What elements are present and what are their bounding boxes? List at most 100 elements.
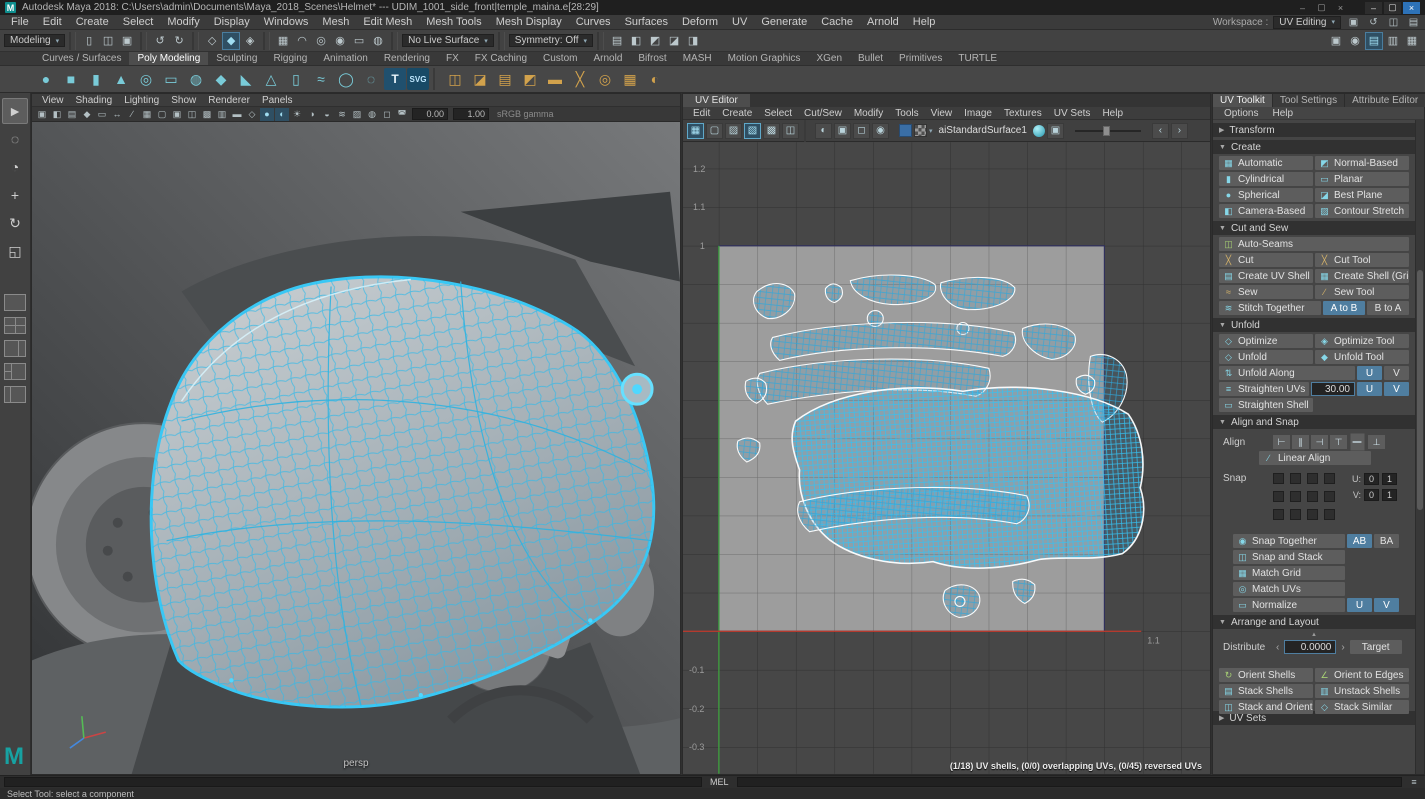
- snap-v-max-field[interactable]: 1: [1382, 489, 1397, 501]
- uv-tile-outline-icon[interactable]: ▢: [706, 123, 723, 139]
- section-unfold[interactable]: ▼ Unfold: [1213, 318, 1415, 332]
- channel-box-icon[interactable]: ▦: [1403, 32, 1421, 50]
- straighten-v-button[interactable]: V: [1384, 382, 1409, 396]
- select-camera-icon[interactable]: ▣: [35, 108, 49, 121]
- uv-menu-view[interactable]: View: [925, 108, 959, 119]
- menu-curves[interactable]: Curves: [569, 16, 618, 28]
- exposure-field[interactable]: 0.00: [412, 108, 448, 120]
- uv-menu-textures[interactable]: Textures: [998, 108, 1048, 119]
- safe-title-icon[interactable]: ▬: [230, 108, 244, 121]
- render-settings-icon[interactable]: ◨: [684, 32, 702, 50]
- gate-mask-icon[interactable]: ◫: [185, 108, 199, 121]
- straighten-u-button[interactable]: U: [1357, 382, 1382, 396]
- undo-icon[interactable]: ↺: [151, 32, 169, 50]
- uv-menu-select[interactable]: Select: [758, 108, 798, 119]
- snap-grid-icon[interactable]: ▦: [274, 32, 292, 50]
- minimize-button[interactable]: –: [1365, 2, 1382, 14]
- orient-shells-button[interactable]: ↻Orient Shells: [1219, 668, 1313, 682]
- checker-tiles-icon[interactable]: ▨: [725, 123, 742, 139]
- a-to-b-button[interactable]: A to B: [1323, 301, 1365, 315]
- shelf-tab-turtle[interactable]: TURTLE: [950, 52, 1005, 65]
- uv-menu-edit[interactable]: Edit: [687, 108, 716, 119]
- planar-button[interactable]: ▭Planar: [1315, 172, 1409, 186]
- select-object-icon[interactable]: ◆: [222, 32, 240, 50]
- snap-anchor-checkbox[interactable]: [1290, 473, 1301, 484]
- type-tool-icon[interactable]: T: [384, 68, 406, 90]
- two-pane-layout-button[interactable]: [4, 340, 26, 357]
- align-min-v-button[interactable]: ⊥: [1368, 435, 1385, 449]
- camera-based-button[interactable]: ◧Camera-Based: [1219, 204, 1313, 218]
- optimize-tool-button[interactable]: ◈Optimize Tool: [1315, 334, 1409, 348]
- texture-borders-icon[interactable]: ◫: [782, 123, 799, 139]
- menu-display[interactable]: Display: [207, 16, 257, 28]
- next-uv-tile-icon[interactable]: ›: [1171, 123, 1188, 139]
- viewport-canvas[interactable]: [32, 122, 680, 774]
- view-image-icon[interactable]: ▣: [834, 123, 851, 139]
- prism-primitive-icon[interactable]: △: [259, 67, 283, 91]
- humanik-icon[interactable]: ◉: [1346, 32, 1364, 50]
- snap-together-button[interactable]: ◉Snap Together: [1233, 534, 1345, 548]
- uv-menu-help[interactable]: Help: [1096, 108, 1129, 119]
- snap-curve-icon[interactable]: ◠: [293, 32, 311, 50]
- shaded-uvs-icon[interactable]: ▩: [763, 123, 780, 139]
- three-pane-layout-button[interactable]: [4, 363, 26, 380]
- unfold-along-button[interactable]: ⇅Unfold Along: [1219, 366, 1355, 380]
- cube-primitive-icon[interactable]: ■: [59, 67, 83, 91]
- shelf-tab-bullet[interactable]: Bullet: [850, 52, 891, 65]
- shelf-tab-arnold[interactable]: Arnold: [585, 52, 630, 65]
- create-shell-grid-button[interactable]: ▦Create Shell (Grid): [1315, 269, 1409, 283]
- menu-modify[interactable]: Modify: [160, 16, 206, 28]
- menu-generate[interactable]: Generate: [754, 16, 814, 28]
- uv-menu-create[interactable]: Create: [716, 108, 758, 119]
- snap-anchor-checkbox[interactable]: [1273, 473, 1284, 484]
- scale-tool-icon[interactable]: ◱: [2, 238, 28, 264]
- combine-icon[interactable]: ◫: [443, 67, 467, 91]
- straighten-uvs-button[interactable]: ≡Straighten UVs: [1219, 382, 1309, 396]
- shelf-tab-sculpting[interactable]: Sculpting: [208, 52, 265, 65]
- textured-mode-icon[interactable]: ◐: [275, 108, 289, 121]
- textured-display-icon[interactable]: [1033, 125, 1045, 137]
- attribute-editor-icon[interactable]: ▤: [1365, 32, 1383, 50]
- cut-button[interactable]: ╳Cut: [1219, 253, 1313, 267]
- section-align-and-snap[interactable]: ▼ Align and Snap: [1213, 415, 1415, 429]
- normalize-button[interactable]: ▭Normalize: [1233, 598, 1345, 612]
- save-scene-icon[interactable]: ▣: [118, 32, 136, 50]
- motion-blur-icon[interactable]: ≋: [335, 108, 349, 121]
- auto-seams-button[interactable]: ◫Auto-Seams: [1219, 237, 1409, 251]
- tab-attribute-editor[interactable]: Attribute Editor: [1345, 94, 1425, 107]
- unfold-along-v-button[interactable]: V: [1384, 366, 1409, 380]
- snap-u-min-field[interactable]: 0: [1364, 473, 1379, 485]
- select-hierarchy-icon[interactable]: ◇: [203, 32, 221, 50]
- dim-image-icon[interactable]: ◐: [815, 123, 832, 139]
- command-language-toggle[interactable]: MEL: [707, 777, 732, 787]
- snap-anchor-checkbox[interactable]: [1307, 509, 1318, 520]
- unfold-button[interactable]: ◇Unfold: [1219, 350, 1313, 364]
- shelf-tab-motion-graphics[interactable]: Motion Graphics: [720, 52, 809, 65]
- status-separator[interactable]: [69, 32, 76, 50]
- best-plane-button[interactable]: ◪Best Plane: [1315, 188, 1409, 202]
- workspace-dropdown[interactable]: UV Editing ▾: [1273, 16, 1341, 29]
- bridge-icon[interactable]: ▬: [543, 67, 567, 91]
- panel-restore-button[interactable]: ▢: [1313, 2, 1330, 14]
- shelf-tab-rigging[interactable]: Rigging: [265, 52, 315, 65]
- stitch-together-button[interactable]: ≋Stitch Together: [1219, 301, 1321, 315]
- material-name[interactable]: aiStandardSurface1: [939, 125, 1027, 136]
- spherical-button[interactable]: ●Spherical: [1219, 188, 1313, 202]
- select-tool-icon[interactable]: ►: [2, 98, 28, 124]
- disc-primitive-icon[interactable]: ◍: [184, 67, 208, 91]
- normal-based-button[interactable]: ◩Normal-Based: [1315, 156, 1409, 170]
- image-display-icon[interactable]: ▣: [1047, 123, 1064, 139]
- align-center-v-button[interactable]: ∥: [1351, 434, 1365, 451]
- select-component-icon[interactable]: ◈: [241, 32, 259, 50]
- cylindrical-button[interactable]: ▮Cylindrical: [1219, 172, 1313, 186]
- viewport-menu-show[interactable]: Show: [165, 95, 202, 106]
- shelf-tab-primitives[interactable]: Primitives: [891, 52, 950, 65]
- image-plane-icon[interactable]: ▭: [95, 108, 109, 121]
- straighten-angle-field[interactable]: 30.00: [1311, 382, 1355, 396]
- use-all-lights-icon[interactable]: ☀: [290, 108, 304, 121]
- uv-menu-cut-sew[interactable]: Cut/Sew: [798, 108, 848, 119]
- menu-help[interactable]: Help: [906, 16, 943, 28]
- camera-attributes-icon[interactable]: ▤: [65, 108, 79, 121]
- distribute-target-button[interactable]: Target: [1350, 640, 1402, 654]
- pixel-snap-icon[interactable]: ◉: [872, 123, 889, 139]
